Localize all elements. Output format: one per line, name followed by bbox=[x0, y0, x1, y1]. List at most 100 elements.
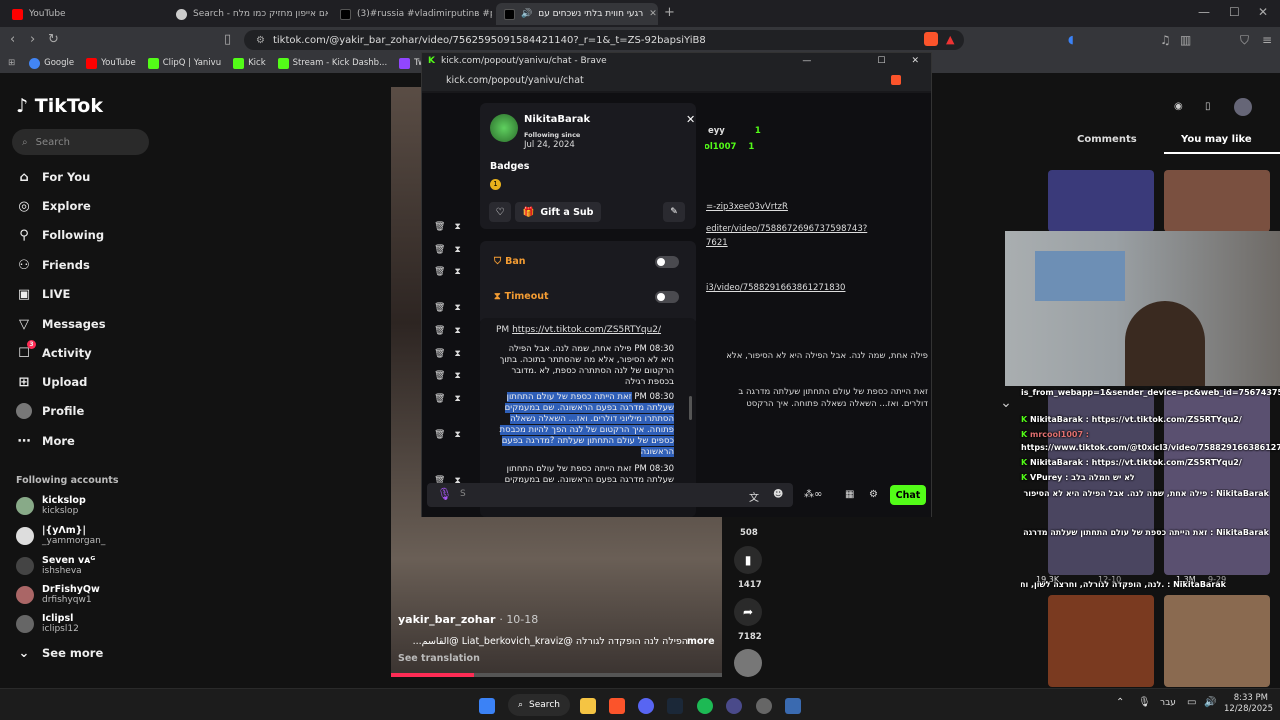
account-item[interactable]: Seven ᴠᴀᴳ ishsheva bbox=[16, 555, 95, 576]
nav-more[interactable]: ⋯ More bbox=[16, 433, 75, 449]
file-explorer-icon[interactable] bbox=[580, 698, 596, 714]
bookmark-youtube[interactable]: YouTube bbox=[86, 57, 136, 69]
popup-minimize-button[interactable]: — bbox=[802, 56, 811, 66]
see-more-button[interactable]: ⌄ See more bbox=[16, 645, 104, 661]
extension-icon[interactable]: ◖ bbox=[1068, 33, 1074, 46]
trash-icon[interactable]: 🗑 bbox=[434, 394, 445, 404]
follow-button[interactable]: ♡ bbox=[489, 202, 511, 222]
chat-username[interactable]: ol1007 1 bbox=[704, 142, 754, 152]
discord-icon[interactable] bbox=[638, 698, 654, 714]
chat-link[interactable]: 7621 bbox=[706, 238, 728, 248]
nav-explore[interactable]: ◎ Explore bbox=[16, 198, 91, 214]
timeout-icon[interactable]: ⧗ bbox=[454, 430, 460, 440]
points-icon[interactable]: ⁂∞ bbox=[804, 489, 822, 500]
suggested-video-thumb[interactable] bbox=[1164, 595, 1270, 687]
app-icon[interactable] bbox=[756, 698, 772, 714]
gift-a-sub-button[interactable]: 🎁 Gift a Sub bbox=[515, 202, 601, 222]
translate-icon[interactable]: 文 bbox=[749, 489, 759, 504]
popup-close-button[interactable]: ✕ bbox=[911, 56, 919, 66]
bookmark-kick-dashboard[interactable]: Stream - Kick Dashb... bbox=[277, 57, 387, 69]
nav-live[interactable]: ▣ LIVE bbox=[16, 286, 71, 302]
tab-comments[interactable]: Comments bbox=[1077, 134, 1137, 145]
trash-icon[interactable]: 🗑 bbox=[434, 371, 445, 381]
gift-icon[interactable]: ▦ bbox=[845, 489, 854, 500]
nav-activity[interactable]: ☐ 3 Activity bbox=[16, 340, 92, 361]
music-icon[interactable]: ♫ bbox=[1160, 33, 1171, 47]
tray-chevron-up-icon[interactable]: ⌃ bbox=[1116, 697, 1124, 708]
avatar[interactable] bbox=[1234, 98, 1252, 116]
app-icon[interactable] bbox=[785, 698, 801, 714]
account-item[interactable]: |{yΛm}| _yammorgan_ bbox=[16, 525, 105, 546]
language-indicator[interactable]: עבר bbox=[1160, 698, 1176, 708]
share-button[interactable]: ➦ bbox=[734, 598, 762, 626]
tab-tiktok-active[interactable]: 🔊 רגעי חווית בלתי נשכחים עם ✕ bbox=[496, 3, 658, 25]
ban-toggle[interactable] bbox=[655, 256, 679, 268]
timeout-icon[interactable]: ⧗ bbox=[454, 349, 460, 359]
network-icon[interactable]: ▭ bbox=[1187, 697, 1196, 708]
avatar[interactable] bbox=[734, 649, 762, 677]
bookmark-clipq[interactable]: ClipQ | Yanivu bbox=[147, 57, 221, 69]
nav-friends[interactable]: ⚇ Friends bbox=[16, 257, 90, 273]
save-button[interactable]: ▮ bbox=[734, 546, 762, 574]
suggested-video-thumb[interactable] bbox=[1048, 170, 1154, 232]
trash-icon[interactable]: 🗑 bbox=[434, 303, 445, 313]
video-author[interactable]: yakir_bar_zohar · 10-18 bbox=[398, 613, 538, 626]
username[interactable]: NikitaBarak bbox=[524, 114, 590, 125]
shield-icon[interactable]: ⛉ bbox=[1240, 33, 1249, 48]
chat-username[interactable]: eyy 1 bbox=[708, 126, 761, 136]
timeout-icon[interactable]: ⧗ bbox=[454, 267, 460, 277]
sidebar-icon[interactable]: ▥ bbox=[1180, 33, 1191, 47]
bookmark-icon[interactable]: ▯ bbox=[224, 32, 231, 47]
emoji-icon[interactable]: ☻ bbox=[773, 489, 783, 500]
tab-youtube[interactable]: YouTube bbox=[4, 3, 164, 25]
brave-icon[interactable] bbox=[609, 698, 625, 714]
nav-following[interactable]: ⚲ Following bbox=[16, 227, 104, 243]
close-window-button[interactable]: ✕ bbox=[1258, 5, 1268, 19]
brave-rewards-icon[interactable]: ▲ bbox=[946, 33, 954, 46]
popup-maximize-button[interactable]: ☐ bbox=[877, 56, 885, 66]
timeout-icon[interactable]: ⧗ bbox=[454, 326, 460, 336]
back-icon[interactable]: ‹ bbox=[10, 32, 15, 47]
timeout-icon[interactable]: ⧗ bbox=[454, 371, 460, 381]
chat-link[interactable]: i3/video/7588291663861271830 bbox=[706, 283, 845, 293]
taskbar-search[interactable]: ⌕ Search bbox=[508, 694, 570, 716]
device-icon[interactable]: ▯ bbox=[1205, 101, 1211, 112]
microphone-icon[interactable]: 🎙 bbox=[437, 487, 452, 501]
popup-url-bar[interactable]: kick.com/popout/yanivu/chat bbox=[422, 69, 931, 91]
close-icon[interactable]: ✕ bbox=[686, 113, 695, 126]
nav-profile[interactable]: Profile bbox=[16, 403, 84, 419]
timeout-icon[interactable]: ⧗ bbox=[454, 394, 460, 404]
account-item[interactable]: DrFishyQw drfishyqw1 bbox=[16, 584, 100, 605]
forward-icon[interactable]: › bbox=[30, 32, 35, 47]
brave-shield-icon[interactable] bbox=[891, 75, 901, 85]
suggested-video-thumb[interactable] bbox=[1164, 170, 1270, 232]
new-tab-button[interactable]: + bbox=[664, 5, 675, 20]
account-item[interactable]: Iclipsl iclipsl12 bbox=[16, 613, 79, 634]
volume-icon[interactable]: 🔊 bbox=[1204, 697, 1216, 708]
trash-icon[interactable]: 🗑 bbox=[434, 430, 445, 440]
chat-link[interactable]: =-zip3xee03vVrtzR bbox=[706, 202, 788, 212]
nav-messages[interactable]: ▽ Messages bbox=[16, 316, 106, 332]
trash-icon[interactable]: 🗑 bbox=[434, 349, 445, 359]
spotify-icon[interactable] bbox=[697, 698, 713, 714]
steam-icon[interactable] bbox=[667, 698, 683, 714]
timeout-icon[interactable]: ⧗ bbox=[454, 245, 460, 255]
nav-for-you[interactable]: ⌂ For You bbox=[16, 169, 90, 185]
app-icon[interactable] bbox=[726, 698, 742, 714]
trash-icon[interactable]: 🗑 bbox=[434, 222, 445, 232]
apps-icon[interactable]: ⊞ bbox=[8, 58, 15, 68]
tab-you-may-like[interactable]: You may like bbox=[1181, 134, 1252, 145]
search-input[interactable]: ⌕ Search bbox=[12, 129, 149, 155]
chevron-down-icon[interactable]: ⌄ bbox=[993, 395, 1019, 415]
timeout-icon[interactable]: ⧗ bbox=[454, 303, 460, 313]
address-bar[interactable]: ⚙ tiktok.com/@yakir_bar_zohar/video/75625… bbox=[244, 30, 964, 50]
nav-upload[interactable]: ⊞ Upload bbox=[16, 374, 88, 390]
close-tab-icon[interactable]: ✕ bbox=[649, 9, 657, 19]
video-progress-bar[interactable] bbox=[391, 673, 722, 677]
taskbar-clock[interactable]: 8:33 PM 12/28/2025 bbox=[1224, 693, 1273, 715]
menu-icon[interactable]: ≡ bbox=[1262, 33, 1272, 47]
timeout-toggle[interactable] bbox=[655, 291, 679, 303]
see-translation-link[interactable]: See translation bbox=[398, 653, 480, 664]
microphone-icon[interactable]: 🎙 bbox=[1138, 697, 1151, 708]
reload-icon[interactable]: ↻ bbox=[48, 32, 59, 47]
